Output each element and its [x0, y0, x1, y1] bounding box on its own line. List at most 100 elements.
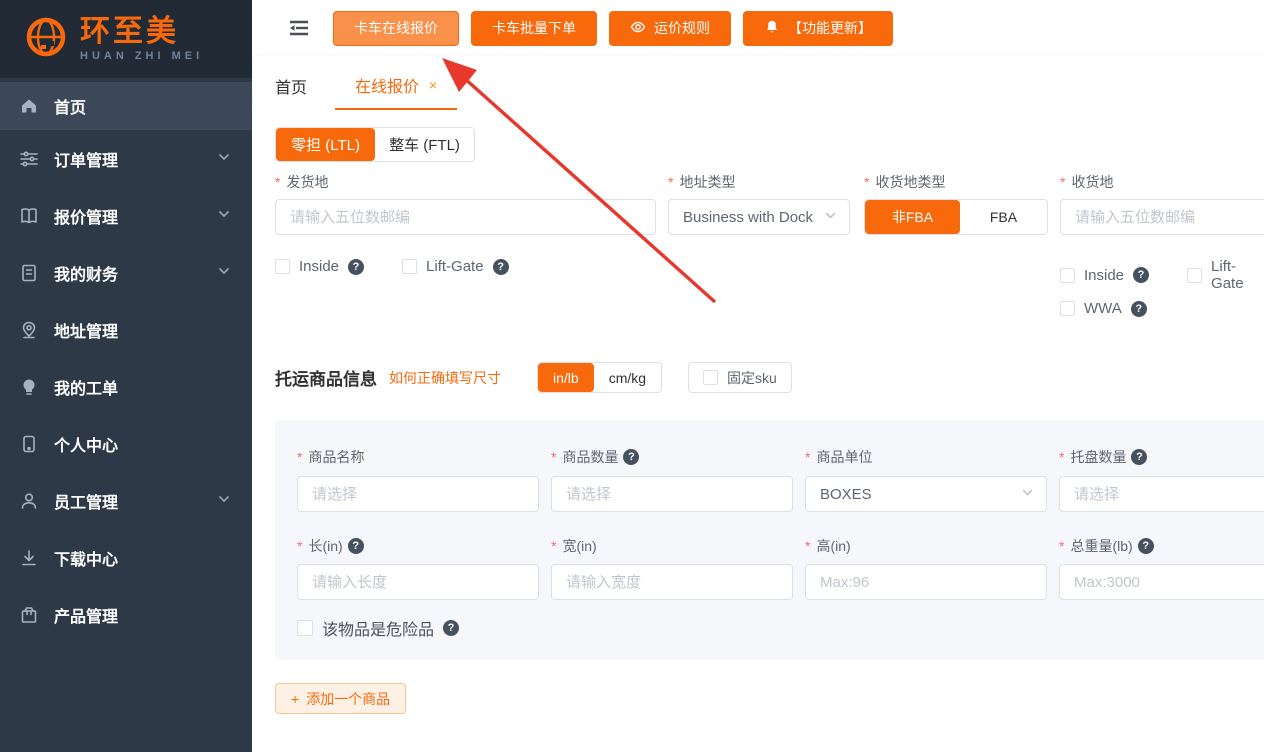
required-asterisk: *	[805, 449, 810, 465]
sidebar: 环至美 HUAN ZHI MEI 首页 订单管理 报价管理	[0, 0, 252, 752]
checkbox-label: 固定sku	[727, 368, 777, 388]
shipment-mode-toggle: 零担 (LTL) 整车 (FTL)	[275, 127, 475, 162]
help-icon[interactable]: ?	[623, 449, 639, 465]
origin-liftgate-checkbox[interactable]: Lift-Gate ?	[402, 258, 509, 275]
chevron-down-icon	[1021, 486, 1034, 503]
weight-label: * 总重量(lb) ?	[1059, 536, 1154, 556]
checkbox[interactable]	[703, 370, 718, 385]
sidebar-item-orders[interactable]: 订单管理	[0, 130, 252, 187]
dest-inside-checkbox[interactable]: Inside ?	[1060, 258, 1149, 292]
help-icon[interactable]: ?	[348, 259, 364, 275]
sidebar-item-downloads[interactable]: 下载中心	[0, 529, 252, 586]
user-icon	[19, 491, 39, 511]
width-input[interactable]	[551, 564, 793, 600]
close-icon[interactable]: ×	[429, 78, 437, 92]
length-label: * 长(in) ?	[297, 536, 364, 556]
destination-zip-input[interactable]	[1060, 199, 1264, 235]
tab-online-quote[interactable]: 在线报价 ×	[335, 62, 457, 110]
help-icon[interactable]: ?	[1131, 301, 1147, 317]
truck-batch-order-button[interactable]: 卡车批量下单	[471, 11, 597, 46]
wwa-checkbox[interactable]: WWA ?	[1060, 300, 1147, 317]
hazard-checkbox[interactable]: 该物品是危险品 ?	[297, 616, 459, 640]
download-icon	[19, 548, 39, 568]
origin-zip-input[interactable]	[275, 199, 656, 235]
unit-toggle: in/lb cm/kg	[537, 362, 662, 393]
size-help-link[interactable]: 如何正确填写尺寸	[389, 368, 501, 388]
button-label: 【功能更新】	[788, 18, 872, 38]
mode-ltl-button[interactable]: 零担 (LTL)	[276, 128, 375, 161]
feature-update-button[interactable]: 【功能更新】	[743, 11, 893, 46]
sidebar-item-label: 我的工单	[54, 375, 118, 399]
height-input[interactable]	[805, 564, 1047, 600]
length-input[interactable]	[297, 564, 539, 600]
help-icon[interactable]: ?	[1133, 267, 1149, 283]
bell-icon	[764, 19, 780, 38]
sidebar-item-profile[interactable]: 个人中心	[0, 415, 252, 472]
dest-type-toggle: 非FBA FBA	[864, 199, 1048, 235]
top-toolbar: 卡车在线报价 卡车批量下单 运价规则 【功能更新】	[253, 0, 1264, 56]
checkbox[interactable]	[1060, 301, 1075, 316]
button-label: 添加一个商品	[306, 689, 390, 709]
required-asterisk: *	[864, 174, 869, 190]
sidebar-item-employees[interactable]: 员工管理	[0, 472, 252, 529]
fba-button[interactable]: FBA	[960, 200, 1047, 234]
sidebar-item-label: 首页	[54, 94, 86, 118]
pallet-qty-input[interactable]	[1059, 476, 1264, 512]
sidebar-item-quotes[interactable]: 报价管理	[0, 187, 252, 244]
tab-home[interactable]: 首页	[275, 62, 307, 110]
sidebar-item-label: 个人中心	[54, 432, 118, 456]
product-name-input[interactable]	[297, 476, 539, 512]
product-unit-select[interactable]: BOXES	[805, 476, 1047, 512]
page-tabs: 首页 在线报价 ×	[253, 56, 1264, 110]
required-asterisk: *	[805, 538, 810, 554]
sidebar-item-products[interactable]: 产品管理	[0, 586, 252, 643]
product-name-label: * 商品名称	[297, 447, 364, 467]
weight-input[interactable]	[1059, 564, 1264, 600]
quote-form: 零担 (LTL) 整车 (FTL) * 发货地 * 地址类型 * 收货地类型 *…	[253, 110, 1264, 752]
non-fba-button[interactable]: 非FBA	[865, 200, 960, 234]
chevron-down-icon	[824, 209, 837, 226]
unit-inlb-button[interactable]: in/lb	[538, 363, 594, 392]
checkbox[interactable]	[402, 259, 417, 274]
add-product-button[interactable]: + 添加一个商品	[275, 683, 406, 714]
checkbox[interactable]	[297, 620, 313, 636]
mode-ftl-button[interactable]: 整车 (FTL)	[375, 128, 474, 161]
sidebar-item-addresses[interactable]: 地址管理	[0, 301, 252, 358]
field-label-text: 宽(in)	[562, 536, 596, 556]
required-asterisk: *	[1060, 174, 1065, 190]
help-icon[interactable]: ?	[443, 620, 459, 636]
sliders-icon	[19, 149, 39, 169]
freight-rules-button[interactable]: 运价规则	[609, 11, 731, 46]
bulb-icon	[19, 377, 39, 397]
checkbox[interactable]	[1060, 268, 1075, 283]
home-icon	[19, 96, 39, 116]
book-icon	[19, 206, 39, 226]
help-icon[interactable]: ?	[1131, 449, 1147, 465]
help-icon[interactable]: ?	[348, 538, 364, 554]
destination-label: * 收货地	[1060, 172, 1113, 192]
help-icon[interactable]: ?	[1138, 538, 1154, 554]
segment-label: 零担 (LTL)	[291, 134, 360, 155]
sidebar-item-home[interactable]: 首页	[0, 82, 252, 130]
field-label-text: 发货地	[286, 172, 328, 192]
help-icon[interactable]: ?	[493, 259, 509, 275]
unit-cmkg-button[interactable]: cm/kg	[594, 363, 661, 392]
pallet-qty-label: * 托盘数量 ?	[1059, 447, 1147, 467]
truck-online-quote-button[interactable]: 卡车在线报价	[333, 11, 459, 46]
product-qty-input[interactable]	[551, 476, 793, 512]
required-asterisk: *	[551, 538, 556, 554]
dest-services-row2: WWA ?	[1060, 300, 1147, 317]
collapse-menu-icon[interactable]	[289, 19, 309, 37]
checkbox[interactable]	[275, 259, 290, 274]
fixed-sku-checkbox[interactable]: 固定sku	[688, 362, 792, 393]
dest-type-label: * 收货地类型	[864, 172, 945, 192]
checkbox[interactable]	[1187, 268, 1202, 283]
goods-section-header: 托运商品信息 如何正确填写尺寸 in/lb cm/kg 固定sku	[275, 362, 792, 393]
segment-label: in/lb	[553, 370, 579, 386]
checkbox-label: 该物品是危险品	[322, 616, 434, 640]
address-type-select[interactable]: Business with Dock	[668, 199, 850, 235]
dest-liftgate-checkbox[interactable]: Lift-Gate	[1187, 258, 1264, 292]
sidebar-item-finance[interactable]: 我的财务	[0, 244, 252, 301]
sidebar-item-tickets[interactable]: 我的工单	[0, 358, 252, 415]
origin-inside-checkbox[interactable]: Inside ?	[275, 258, 364, 275]
